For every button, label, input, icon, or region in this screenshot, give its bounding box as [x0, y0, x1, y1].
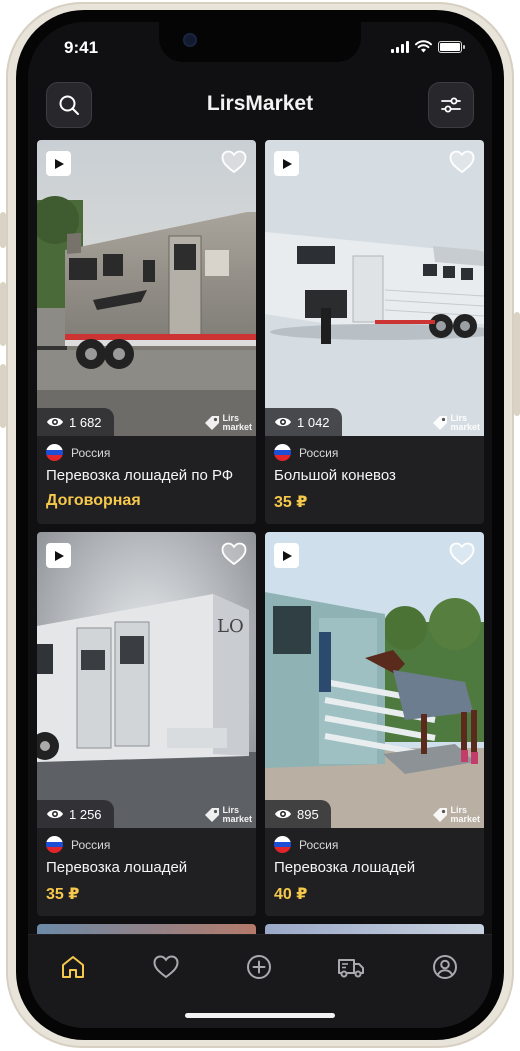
heart-outline-icon	[153, 955, 179, 979]
tab-favorites[interactable]	[143, 949, 189, 985]
eye-icon	[275, 417, 291, 427]
views-count: 1 042	[297, 414, 330, 430]
app-title: LirsMarket	[206, 92, 314, 115]
video-badge	[46, 543, 71, 568]
tab-profile[interactable]	[422, 949, 468, 985]
battery-icon	[438, 41, 465, 53]
views-counter: 1 682	[37, 408, 114, 436]
listing-country: Россия	[46, 836, 248, 853]
listing-price: 40 ₽	[274, 886, 308, 903]
views-counter: 1 042	[265, 408, 342, 436]
heart-icon[interactable]	[449, 542, 475, 566]
listing-info: Россия Перевозка лошадей 40 ₽	[274, 836, 476, 904]
listing-card[interactable]: 1 042 Lirs market Россия Большой коневоз …	[265, 140, 484, 524]
front-camera	[183, 33, 197, 47]
listing-country: Россия	[274, 444, 476, 461]
listing-info: Россия Большой коневоз 35 ₽	[274, 444, 476, 512]
status-icons	[391, 40, 465, 53]
views-count: 1 682	[69, 414, 102, 430]
views-count: 1 256	[69, 806, 102, 822]
views-count: 895	[297, 806, 319, 822]
russia-flag-icon	[46, 444, 63, 461]
listing-photo: LO 1 256 Lirs market	[37, 532, 256, 828]
heart-icon[interactable]	[221, 150, 247, 174]
plus-circle-icon	[247, 955, 271, 979]
listing-info: Россия Перевозка лошадей 35 ₽	[46, 836, 248, 904]
play-icon	[54, 550, 64, 561]
listing-card[interactable]: 895 Lirs market Россия Перевозка лошадей …	[265, 532, 484, 916]
listing-title: Перевозка лошадей по РФ	[46, 467, 234, 484]
views-counter: 1 256	[37, 800, 114, 828]
power-button	[514, 312, 520, 416]
heart-icon[interactable]	[221, 542, 247, 566]
volume-up-button	[0, 282, 6, 346]
country-label: Россия	[299, 837, 339, 852]
listing-info: Россия Перевозка лошадей по РФ Договорна…	[46, 444, 248, 510]
tab-transport[interactable]	[328, 949, 374, 985]
russia-flag-icon	[274, 444, 291, 461]
listing-card[interactable]: 1 682 Lirs market Россия Перевозка лошаде…	[37, 140, 256, 524]
country-label: Россия	[71, 445, 111, 460]
tab-home[interactable]	[50, 949, 96, 985]
listing-card[interactable]: LO 1 256 Lirs market Россия Перевозка ло…	[37, 532, 256, 916]
video-badge	[274, 151, 299, 176]
app-screen: 9:41 LirsMarket 1 682 Lirs market Россия…	[28, 22, 492, 1028]
volume-down-button	[0, 364, 6, 428]
filter-button[interactable]	[428, 82, 474, 128]
russia-flag-icon	[46, 836, 63, 853]
lirsmarket-watermark: Lirs market	[204, 806, 252, 824]
listing-title: Большой коневоз	[274, 467, 396, 484]
listing-title: Перевозка лошадей	[46, 859, 188, 876]
svg-text:LO: LO	[217, 616, 244, 637]
video-badge	[46, 151, 71, 176]
status-time: 9:41	[64, 38, 99, 57]
lirsmarket-watermark: Lirs market	[204, 414, 252, 432]
listing-price: Договорная	[46, 492, 141, 509]
listing-title: Перевозка лошадей	[274, 859, 416, 876]
play-icon	[282, 158, 292, 169]
country-label: Россия	[299, 445, 339, 460]
tag-logo-icon	[205, 416, 220, 430]
home-icon	[62, 956, 84, 978]
listing-photo: 895 Lirs market	[265, 532, 484, 828]
listing-price: 35 ₽	[46, 886, 80, 903]
filter-sliders-icon	[441, 97, 461, 113]
wifi-icon	[415, 40, 432, 53]
play-icon	[54, 158, 64, 169]
video-badge	[274, 543, 299, 568]
user-circle-icon	[433, 955, 457, 979]
eye-icon	[47, 809, 63, 819]
lirsmarket-watermark: Lirs market	[432, 806, 480, 824]
app-header: LirsMarket	[28, 80, 492, 130]
truck-icon	[338, 959, 364, 978]
tag-logo-icon	[433, 808, 448, 822]
lirsmarket-watermark: Lirs market	[432, 414, 480, 432]
tag-logo-icon	[433, 416, 448, 430]
home-indicator[interactable]	[185, 1013, 335, 1018]
mute-switch	[0, 212, 6, 248]
play-icon	[282, 550, 292, 561]
listing-price: 35 ₽	[274, 494, 308, 511]
listing-country: Россия	[274, 836, 476, 853]
views-counter: 895	[265, 800, 331, 828]
russia-flag-icon	[274, 836, 291, 853]
listing-country: Россия	[46, 444, 248, 461]
cellular-signal-icon	[391, 41, 409, 53]
eye-icon	[275, 809, 291, 819]
heart-icon[interactable]	[449, 150, 475, 174]
tag-logo-icon	[205, 808, 220, 822]
country-label: Россия	[71, 837, 111, 852]
listing-photo: 1 682 Lirs market	[37, 140, 256, 436]
listing-photo: 1 042 Lirs market	[265, 140, 484, 436]
tab-add[interactable]	[236, 949, 282, 985]
eye-icon	[47, 417, 63, 427]
